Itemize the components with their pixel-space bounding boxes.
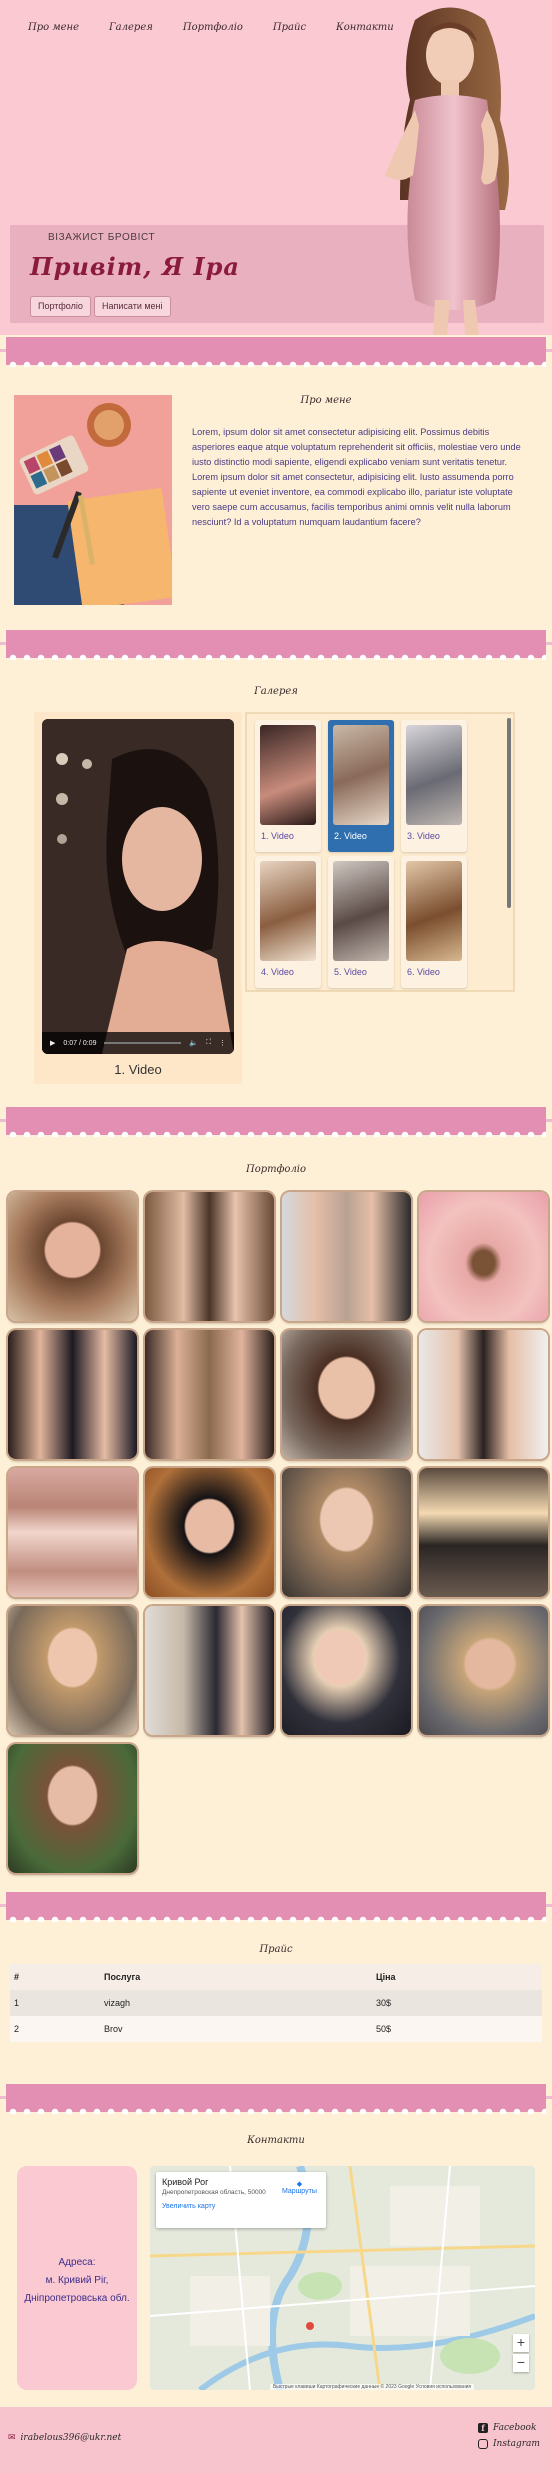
instagram-icon <box>478 2439 488 2449</box>
binder-divider <box>0 1888 552 1924</box>
price-header-row: # Послуга Ціна <box>10 1964 542 1990</box>
portfolio-photo[interactable] <box>282 1606 411 1735</box>
portfolio-button[interactable]: Портфоліо <box>30 296 91 317</box>
nav-about[interactable]: Про мене <box>28 22 79 33</box>
map-directions-link[interactable]: ◆ Маршруты <box>282 2180 317 2195</box>
nav-gallery[interactable]: Галерея <box>109 22 153 33</box>
portfolio-photo[interactable] <box>145 1192 274 1321</box>
binder-divider <box>0 2080 552 2116</box>
video-thumb[interactable]: 1. Video <box>255 720 321 852</box>
portfolio-photo[interactable] <box>8 1606 137 1735</box>
gallery-thumbnail-list[interactable]: 1. Video 2. Video 3. Video 4. Video 5. V… <box>245 712 515 992</box>
address-city: м. Кривий Ріг, <box>45 2275 109 2286</box>
video-thumb[interactable]: 6. Video <box>401 856 467 988</box>
map-info-card: Кривой Рог Днепропетровская область, 500… <box>156 2172 326 2228</box>
hero-section: Про мене Галерея Портфоліо Прайс Контакт… <box>0 0 552 335</box>
hero-subtitle: ВІЗАЖИСТ БРОВІСТ <box>48 232 156 243</box>
binder-divider <box>0 333 552 369</box>
play-icon[interactable]: ▶ <box>50 1039 55 1047</box>
portfolio-photo[interactable] <box>282 1192 411 1321</box>
directions-icon: ◆ <box>296 2181 303 2188</box>
facebook-icon: f <box>478 2423 488 2433</box>
top-nav: Про мене Галерея Портфоліо Прайс Контакт… <box>28 22 394 33</box>
hero-title: Привіт, Я Іра <box>30 252 240 281</box>
portfolio-photo[interactable] <box>419 1330 548 1459</box>
col-number: # <box>10 1964 100 1990</box>
portfolio-photo[interactable] <box>8 1744 137 1873</box>
footer-email[interactable]: ✉ irabelous396@ukr.net <box>8 2433 121 2443</box>
volume-icon[interactable]: 🔈 <box>189 1039 198 1047</box>
nav-price[interactable]: Прайс <box>273 22 306 33</box>
video-thumb-active[interactable]: 2. Video <box>328 720 394 852</box>
table-row: 2 Brov 50$ <box>10 2016 542 2042</box>
mail-icon: ✉ <box>8 2433 16 2443</box>
portfolio-photo[interactable] <box>282 1468 411 1597</box>
portfolio-photo[interactable] <box>282 1330 411 1459</box>
binder-divider <box>0 1103 552 1139</box>
main-video-caption: 1. Video <box>114 1062 162 1077</box>
price-table: # Послуга Ціна 1 vizagh 30$ 2 Brov 50$ <box>10 1964 542 2042</box>
facebook-link[interactable]: f Facebook <box>478 2423 536 2433</box>
portfolio-photo[interactable] <box>419 1192 548 1321</box>
portfolio-photo[interactable] <box>145 1330 274 1459</box>
portfolio-photo[interactable] <box>419 1606 548 1735</box>
footer: ✉ irabelous396@ukr.net f Facebook Instag… <box>0 2407 552 2473</box>
video-controls[interactable]: ▶ 0:07 / 0:09 🔈 ⛶ ⋮ <box>42 1032 234 1054</box>
price-title: Прайс <box>259 1944 293 1955</box>
portfolio-photo[interactable] <box>145 1468 274 1597</box>
col-price: Ціна <box>372 1964 542 1990</box>
map-enlarge-link[interactable]: Увеличить карту <box>162 2203 320 2210</box>
col-service: Послуга <box>100 1964 372 1990</box>
table-row: 1 vizagh 30$ <box>10 1990 542 2016</box>
address-label: Адреса: <box>58 2257 96 2268</box>
video-thumb[interactable]: 5. Video <box>328 856 394 988</box>
portfolio-photo[interactable] <box>419 1468 548 1597</box>
video-player[interactable]: ▶ 0:07 / 0:09 🔈 ⛶ ⋮ <box>42 719 234 1054</box>
about-text: Lorem, ipsum dolor sit amet consectetur … <box>192 427 521 527</box>
portfolio-photo[interactable] <box>8 1192 137 1321</box>
video-thumb[interactable]: 4. Video <box>255 856 321 988</box>
video-time: 0:07 / 0:09 <box>63 1039 97 1047</box>
video-thumb[interactable]: 3. Video <box>401 720 467 852</box>
video-progress-bar[interactable] <box>104 1042 182 1044</box>
map-attribution: Быстрые клавиши Картографические данные … <box>270 2384 475 2390</box>
more-icon[interactable]: ⋮ <box>219 1039 226 1047</box>
portfolio-title: Портфоліо <box>245 1164 307 1175</box>
instagram-link[interactable]: Instagram <box>478 2439 540 2449</box>
portfolio-photo[interactable] <box>145 1606 274 1735</box>
fullscreen-icon[interactable]: ⛶ <box>206 1039 211 1047</box>
address-card: Адреса: м. Кривий Ріг, Дніпропетровська … <box>17 2166 137 2390</box>
binder-divider <box>0 626 552 662</box>
write-me-button[interactable]: Написати мені <box>94 296 171 317</box>
portfolio-photo[interactable] <box>8 1330 137 1459</box>
scrollbar[interactable] <box>507 718 511 908</box>
google-map[interactable]: Кривой Рог Днепропетровская область, 500… <box>150 2166 535 2390</box>
zoom-out-button[interactable]: − <box>513 2354 529 2372</box>
gallery-main-player: ▶ 0:07 / 0:09 🔈 ⛶ ⋮ 1. Video <box>34 712 242 1084</box>
contacts-title: Контакти <box>247 2135 305 2146</box>
address-region: Дніпропетровська обл. <box>24 2293 130 2304</box>
gallery-title: Галерея <box>254 686 298 697</box>
zoom-in-button[interactable]: + <box>513 2334 529 2352</box>
hero-model-photo <box>385 7 509 335</box>
about-makeup-photo <box>14 395 172 605</box>
nav-portfolio[interactable]: Портфоліо <box>183 22 243 33</box>
portfolio-photo[interactable] <box>8 1468 137 1597</box>
